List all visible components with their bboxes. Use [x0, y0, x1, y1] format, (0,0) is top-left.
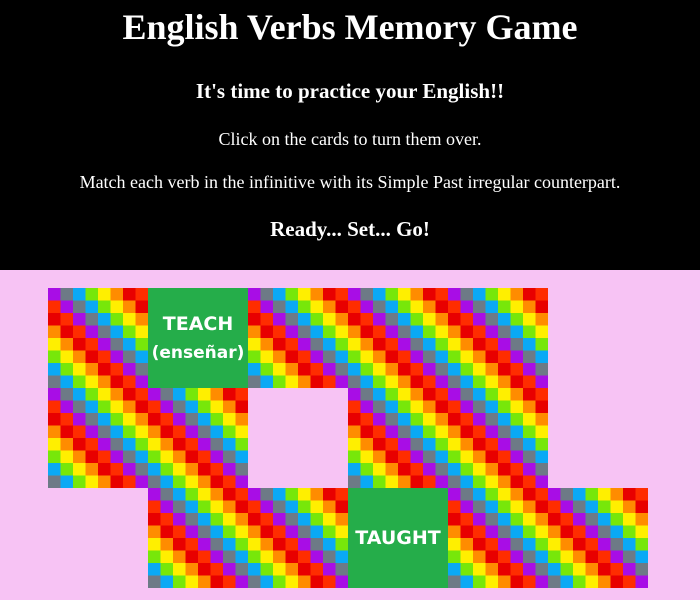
subtitle: It's time to practice your English!!	[195, 79, 505, 103]
matched-card-slot	[248, 388, 348, 488]
card-back[interactable]	[448, 388, 548, 488]
rainbow-checker-pattern-icon	[48, 388, 148, 488]
card-word: TEACH	[162, 313, 234, 335]
card-back[interactable]	[48, 288, 148, 388]
card-face[interactable]: TAUGHT	[348, 488, 448, 588]
rainbow-checker-pattern-icon	[248, 288, 348, 388]
card-back[interactable]	[448, 488, 548, 588]
card-face[interactable]: TEACH (enseñar)	[148, 288, 248, 388]
card-back[interactable]	[248, 288, 348, 388]
rainbow-checker-pattern-icon	[348, 288, 448, 388]
ready-text: Ready... Set... Go!	[270, 217, 430, 241]
rainbow-checker-pattern-icon	[548, 488, 648, 588]
card-translation: (enseñar)	[151, 343, 245, 363]
card-back[interactable]	[148, 488, 248, 588]
card-back[interactable]	[48, 388, 148, 488]
instruction-line-2: Match each verb in the infinitive with i…	[79, 172, 621, 192]
rainbow-checker-pattern-icon	[48, 288, 148, 388]
card-back[interactable]	[448, 288, 548, 388]
rainbow-checker-pattern-icon	[348, 388, 448, 488]
rainbow-checker-pattern-icon	[148, 388, 248, 488]
card-back[interactable]	[548, 488, 648, 588]
card-back[interactable]	[148, 388, 248, 488]
game-board: TEACH (enseñar) TAUGHT	[0, 270, 700, 600]
rainbow-checker-pattern-icon	[448, 288, 548, 388]
rainbow-checker-pattern-icon	[448, 388, 548, 488]
card-back[interactable]	[248, 488, 348, 588]
header: English Verbs Memory Game It's time to p…	[0, 0, 700, 270]
card-word: TAUGHT	[355, 527, 441, 549]
rainbow-checker-pattern-icon	[448, 488, 548, 588]
instruction-line-1: Click on the cards to turn them over.	[218, 129, 482, 149]
card-back[interactable]	[348, 388, 448, 488]
card-back[interactable]	[348, 288, 448, 388]
rainbow-checker-pattern-icon	[248, 488, 348, 588]
rainbow-checker-pattern-icon	[148, 488, 248, 588]
page-title: English Verbs Memory Game	[122, 7, 578, 47]
